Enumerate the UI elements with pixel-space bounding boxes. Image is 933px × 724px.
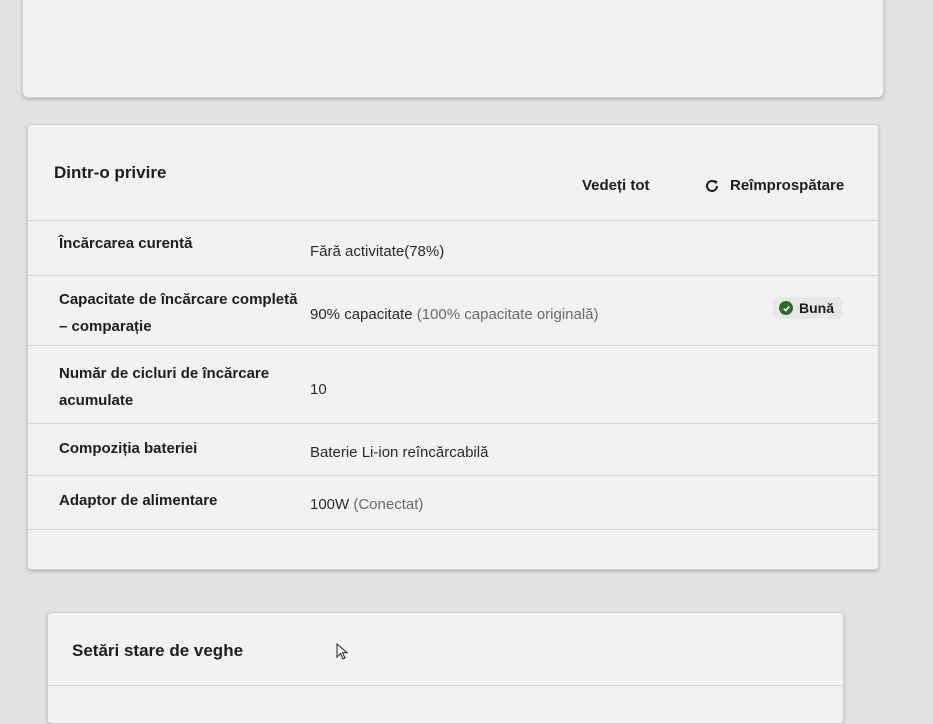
adapter-wattage: 100W — [310, 496, 350, 513]
row-cycle-count: Număr de cicluri de încărcare acumulate … — [28, 345, 878, 424]
row-divider — [28, 529, 878, 530]
mouse-cursor-icon — [336, 643, 348, 660]
row-value: 90% capacitate (100% capacitate original… — [310, 306, 599, 323]
row-value: 100W (Conectat) — [310, 496, 423, 513]
refresh-icon — [706, 179, 718, 192]
row-current-charge: Încărcarea curentă Fără activitate(78%) — [28, 220, 878, 276]
row-label: Compoziția bateriei — [59, 440, 198, 457]
status-badge: Bună — [773, 297, 842, 319]
row-full-charge-capacity: Capacitate de încărcare completă – compa… — [28, 275, 878, 346]
check-icon — [779, 301, 793, 315]
row-label: Număr de cicluri de încărcare acumulate — [59, 365, 270, 409]
summary-title: Dintr-o privire — [54, 163, 167, 182]
row-label: Încărcarea curentă — [59, 235, 193, 252]
battery-summary-card: Dintr-o privire Vedeți tot Reîmprospătar… — [27, 124, 879, 570]
row-value: Baterie Li-ion reîncărcabilă — [310, 444, 489, 461]
view-all-button[interactable]: Vedeți tot — [582, 177, 650, 194]
sleep-settings-title: Setări stare de veghe — [72, 641, 244, 660]
row-value: Fără activitate(78%) — [310, 243, 445, 260]
row-label: Capacitate de încărcare completă – compa… — [59, 291, 298, 335]
capacity-value: 90% capacitate — [310, 306, 413, 323]
sleep-settings-card[interactable]: Setări stare de veghe — [47, 612, 844, 724]
refresh-button[interactable]: Reîmprospătare — [704, 177, 844, 194]
previous-card — [22, 0, 884, 98]
badge-label: Bună — [799, 300, 834, 316]
adapter-status: (Conectat) — [353, 496, 424, 513]
row-label: Adaptor de alimentare — [59, 492, 218, 509]
divider — [48, 685, 843, 686]
row-power-adapter: Adaptor de alimentare 100W (Conectat) — [28, 475, 878, 534]
row-value: 10 — [310, 381, 327, 398]
capacity-original: (100% capacitate originală) — [416, 306, 599, 323]
row-battery-composition: Compoziția bateriei Baterie Li-ion reînc… — [28, 423, 878, 476]
refresh-label: Reîmprospătare — [730, 177, 845, 194]
